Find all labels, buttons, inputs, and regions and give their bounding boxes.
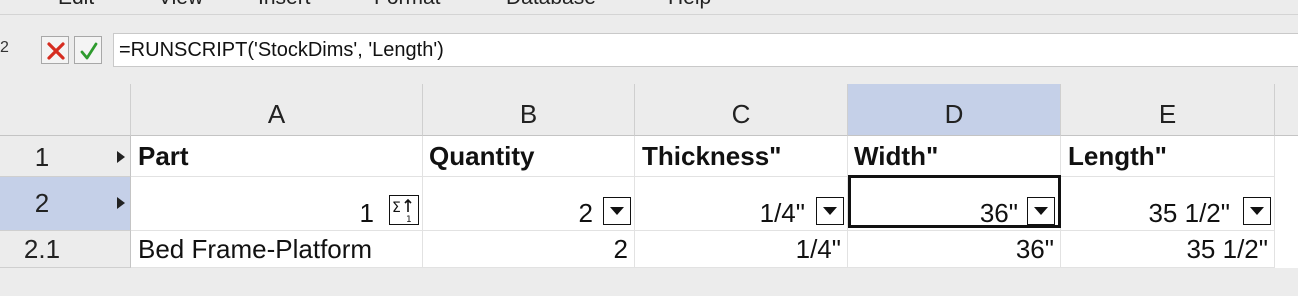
cell-overflow [1275, 231, 1298, 268]
cell-text: 2 [613, 234, 628, 264]
cell-b2-1[interactable]: 2 [423, 231, 635, 268]
cancel-formula-button[interactable] [41, 36, 69, 64]
cell-text: 2 [578, 198, 593, 228]
cell-text: 35 1/2" [1148, 198, 1230, 228]
row-expand-icon[interactable] [117, 151, 125, 163]
cell-text: Width" [854, 141, 939, 171]
row-header-1[interactable]: 1 [0, 136, 131, 177]
row-number: 2.1 [23, 234, 61, 264]
cell-d2[interactable]: 36" [848, 177, 1061, 231]
cell-a2-1[interactable]: Bed Frame-Platform [131, 231, 423, 268]
cell-d1[interactable]: Width" [848, 136, 1061, 177]
x-icon [47, 42, 65, 60]
cell-c1[interactable]: Thickness" [635, 136, 848, 177]
cell-text: Bed Frame-Platform [138, 234, 373, 264]
cell-c2[interactable]: 1/4" [635, 177, 848, 231]
cell-reference: 2 [0, 39, 9, 56]
cell-text: Thickness" [642, 141, 782, 171]
cell-text: Part [138, 141, 189, 171]
cell-text: 36" [979, 198, 1018, 228]
cell-text: 1/4" [759, 198, 805, 228]
cell-text: Length" [1068, 141, 1167, 171]
sum-icon[interactable]: Σ 1 [389, 195, 419, 225]
cell-b1[interactable]: Quantity [423, 136, 635, 177]
menu-help[interactable]: Help [668, 0, 711, 10]
dropdown-icon[interactable] [1243, 197, 1271, 225]
cell-overflow [1275, 136, 1298, 177]
cell-c2-1[interactable]: 1/4" [635, 231, 848, 268]
cell-a1[interactable]: Part [131, 136, 423, 177]
cell-text: Quantity [429, 141, 535, 171]
cell-e2[interactable]: 35 1/2" [1061, 177, 1275, 231]
cell-text: 1 [359, 198, 374, 228]
row-expand-icon[interactable] [117, 197, 125, 209]
row-number: 2 [34, 188, 50, 218]
cell-text: 1/4" [795, 234, 841, 264]
menu-insert[interactable]: Insert [258, 0, 311, 10]
menu-view[interactable]: View [158, 0, 203, 10]
cell-text: 35 1/2" [1186, 234, 1268, 264]
checkmark-icon [80, 42, 98, 60]
menu-bar: Edit View Insert Format Database Help [0, 0, 1298, 15]
svg-text:1: 1 [406, 215, 412, 224]
column-header-d[interactable]: D [848, 84, 1061, 136]
column-header-e[interactable]: E [1061, 84, 1275, 136]
corner-select-all[interactable] [0, 84, 131, 136]
cell-a2[interactable]: 1 Σ 1 [131, 177, 423, 231]
accept-formula-button[interactable] [74, 36, 102, 64]
cell-b2[interactable]: 2 [423, 177, 635, 231]
dropdown-icon[interactable] [603, 197, 631, 225]
row-header-2[interactable]: 2 [0, 177, 131, 231]
column-header-a[interactable]: A [131, 84, 423, 136]
row-header-2-1[interactable]: 2.1 [0, 231, 131, 268]
menu-format[interactable]: Format [374, 0, 441, 10]
dropdown-icon[interactable] [1027, 197, 1055, 225]
dropdown-icon[interactable] [816, 197, 844, 225]
cell-overflow [1275, 177, 1298, 231]
menu-database[interactable]: Database [506, 0, 596, 10]
row-number: 1 [34, 142, 50, 172]
column-header-b[interactable]: B [423, 84, 635, 136]
column-header-c[interactable]: C [635, 84, 848, 136]
cell-e1[interactable]: Length" [1061, 136, 1275, 177]
cell-text: 36" [1015, 234, 1054, 264]
column-header-overflow [1275, 84, 1298, 136]
spreadsheet-grid: A B C D E 1 Part Quantity Thickness" Wid… [0, 84, 1298, 296]
cell-e2-1[interactable]: 35 1/2" [1061, 231, 1275, 268]
cell-d2-1[interactable]: 36" [848, 231, 1061, 268]
formula-input[interactable]: =RUNSCRIPT('StockDims', 'Length') [113, 33, 1298, 67]
menu-edit[interactable]: Edit [58, 0, 94, 10]
svg-text:Σ: Σ [392, 200, 401, 216]
